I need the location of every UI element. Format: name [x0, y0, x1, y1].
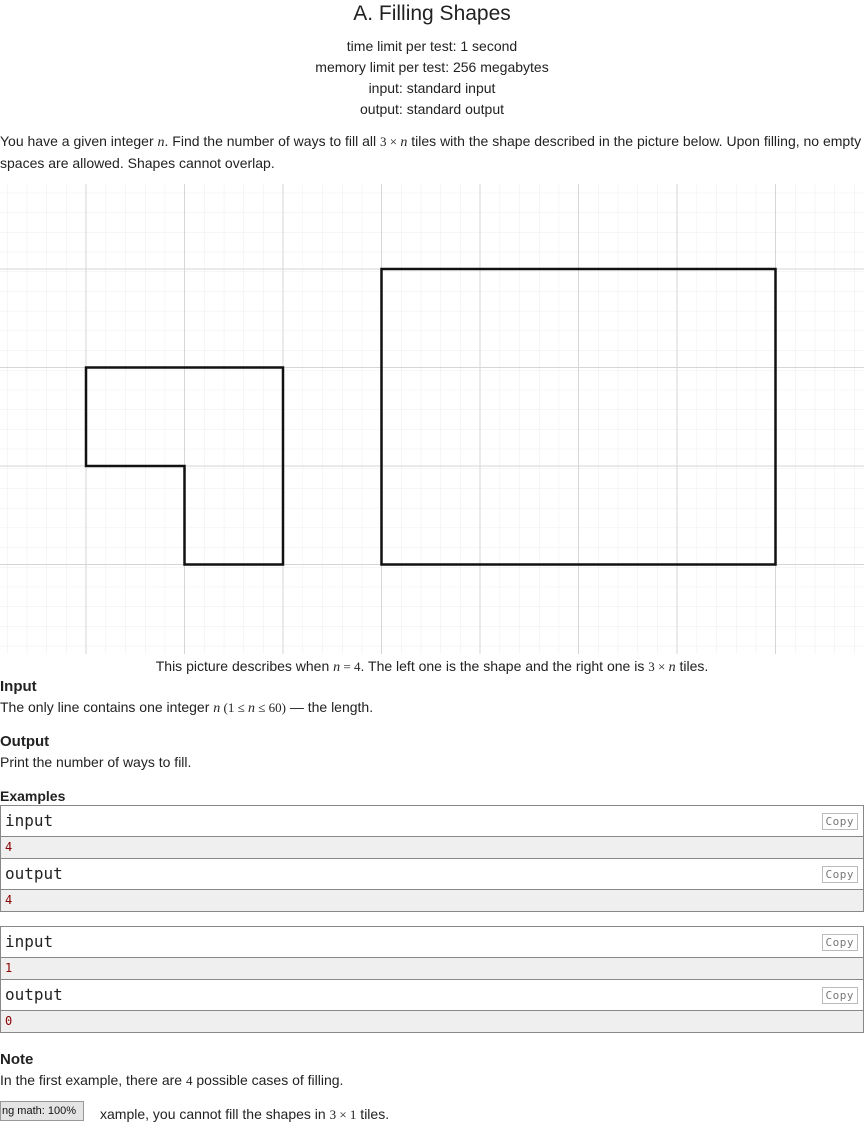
- caption-text: This picture describes when: [155, 658, 334, 674]
- example-input-value: 1: [1, 958, 863, 980]
- caption-text: . The left one is the shape and the righ…: [360, 658, 649, 674]
- math-n: n: [247, 701, 255, 716]
- math-dims: 3 ×: [648, 659, 669, 674]
- math-eq: = 4: [340, 659, 361, 674]
- example-input-value: 4: [1, 837, 863, 859]
- note-section: Note In the first example, there are 4 p…: [0, 1050, 864, 1091]
- shape-figure: [0, 184, 864, 654]
- input-label: input: [5, 932, 54, 951]
- time-limit: time limit per test: 1 second: [346, 38, 518, 54]
- note-text: tiles.: [356, 1106, 390, 1122]
- output-label: output: [5, 864, 63, 883]
- note-title: Note: [0, 1051, 34, 1068]
- note-text: possible cases of filling.: [192, 1072, 344, 1088]
- example-output-header: output Copy: [1, 980, 863, 1011]
- copy-button[interactable]: Copy: [821, 934, 858, 951]
- note-text: In the first example, there are: [0, 1072, 186, 1088]
- statement-text: You have a given integer: [0, 133, 158, 149]
- caption-text: tiles.: [675, 658, 709, 674]
- example-output-value: 4: [1, 890, 863, 911]
- output-text: Print the number of ways to fill.: [0, 754, 192, 770]
- example-2: input Copy 1 output Copy 0: [0, 926, 864, 1033]
- example-output-value: 0: [1, 1011, 863, 1032]
- figure-caption: This picture describes when n = 4. The l…: [0, 656, 864, 678]
- statement-paragraph: You have a given integer n. Find the num…: [0, 131, 864, 173]
- math-dims: 3 ×: [380, 134, 401, 149]
- input-spec: input: standard input: [368, 80, 496, 96]
- example-1: input Copy 4 output Copy 4: [0, 805, 864, 912]
- statement-text: . Find the number of ways to fill all: [164, 133, 381, 149]
- math-constraint: ≤ 60): [254, 700, 286, 715]
- copy-button[interactable]: Copy: [821, 813, 858, 830]
- example-input-header: input Copy: [1, 806, 863, 837]
- example-input-header: input Copy: [1, 927, 863, 958]
- problem-header: A. Filling Shapes time limit per test: 1…: [0, 0, 864, 120]
- math-dims: 3 × 1: [329, 1107, 357, 1122]
- example-output-header: output Copy: [1, 859, 863, 890]
- input-section: Input The only line contains one integer…: [0, 677, 864, 719]
- input-text-part: The only line contains one integer: [0, 699, 214, 715]
- copy-button[interactable]: Copy: [821, 987, 858, 1004]
- math-n: n: [157, 135, 165, 150]
- input-title: Input: [0, 678, 37, 695]
- output-section: Output Print the number of ways to fill.: [0, 732, 864, 772]
- math-zoom-status: ng math: 100%: [0, 1101, 84, 1121]
- math-constraint: (1 ≤: [220, 700, 248, 715]
- input-text: The only line contains one integer n (1 …: [0, 697, 864, 719]
- examples-title: Examples: [0, 788, 66, 804]
- input-text-part: — the length.: [285, 699, 374, 715]
- output-spec: output: standard output: [360, 101, 504, 117]
- problem-statement: You have a given integer n. Find the num…: [0, 131, 864, 173]
- grid-minor: [0, 184, 864, 654]
- problem-limits: time limit per test: 1 second memory lim…: [0, 30, 864, 120]
- output-title: Output: [0, 733, 50, 750]
- copy-button[interactable]: Copy: [821, 866, 858, 883]
- note-text: xample, you cannot fill the shapes in: [100, 1106, 330, 1122]
- input-label: input: [5, 811, 54, 830]
- memory-limit: memory limit per test: 256 megabytes: [315, 59, 549, 75]
- math-n: n: [668, 660, 676, 675]
- problem-title: A. Filling Shapes: [353, 2, 511, 25]
- note-line-1: In the first example, there are 4 possib…: [0, 1070, 864, 1091]
- output-label: output: [5, 985, 63, 1004]
